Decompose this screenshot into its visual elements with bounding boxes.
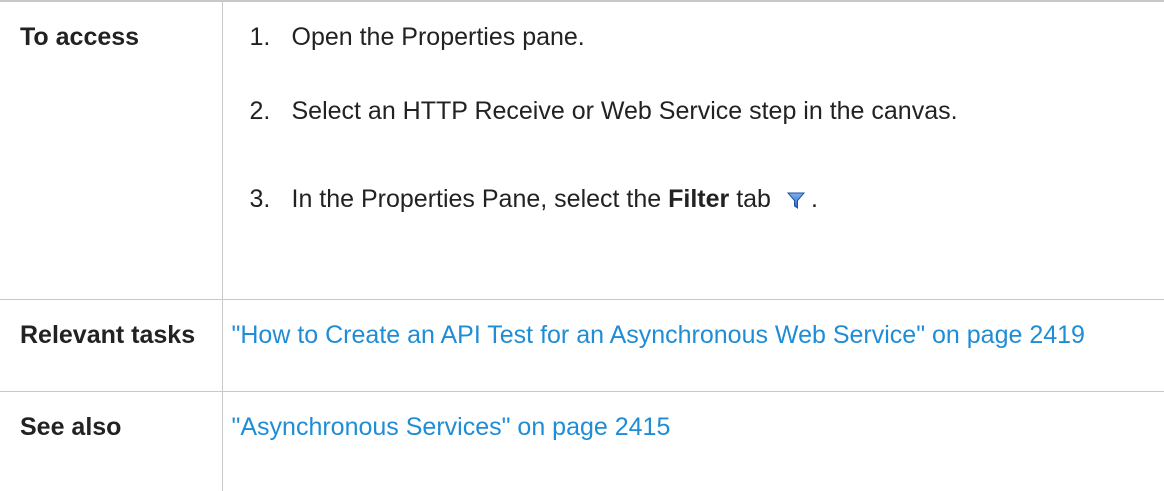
relevant-task-link[interactable]: "How to Create an API Test for an Asynch…: [232, 321, 1085, 349]
step-text-after: tab: [729, 185, 771, 213]
see-also-link[interactable]: "Asynchronous Services" on page 2415: [232, 413, 671, 441]
filter-tab-label: Filter: [668, 185, 729, 213]
relevant-tasks-cell: "How to Create an API Test for an Asynch…: [222, 299, 1164, 391]
step-1: 1. Open the Properties pane.: [250, 20, 1164, 54]
steps-cell: 1. Open the Properties pane. 2. Select a…: [222, 1, 1164, 299]
step-number: 1.: [250, 20, 292, 54]
step-2: 2. Select an HTTP Receive or Web Service…: [250, 94, 1164, 128]
step-text: In the Properties Pane, select the Filte…: [292, 182, 771, 216]
step-text: Open the Properties pane.: [292, 20, 585, 54]
table-row-relevant-tasks: Relevant tasks "How to Create an API Tes…: [0, 299, 1164, 391]
step-text: Select an HTTP Receive or Web Service st…: [292, 94, 958, 128]
row-header-to-access: To access: [0, 1, 222, 299]
step-text-before: In the Properties Pane, select the: [292, 185, 669, 213]
step-trailing-period: .: [811, 182, 818, 216]
step-3: 3. In the Properties Pane, select the Fi…: [250, 182, 1164, 216]
row-header-see-also: See also: [0, 391, 222, 491]
see-also-cell: "Asynchronous Services" on page 2415: [222, 391, 1164, 491]
reference-table: To access 1. Open the Properties pane. 2…: [0, 0, 1164, 491]
step-number: 2.: [250, 94, 292, 128]
step-number: 3.: [250, 182, 292, 216]
table-row-to-access: To access 1. Open the Properties pane. 2…: [0, 1, 1164, 299]
steps-list: 1. Open the Properties pane. 2. Select a…: [223, 2, 1164, 216]
table-row-see-also: See also "Asynchronous Services" on page…: [0, 391, 1164, 491]
row-header-relevant-tasks: Relevant tasks: [0, 299, 222, 391]
filter-funnel-icon: [787, 185, 805, 203]
